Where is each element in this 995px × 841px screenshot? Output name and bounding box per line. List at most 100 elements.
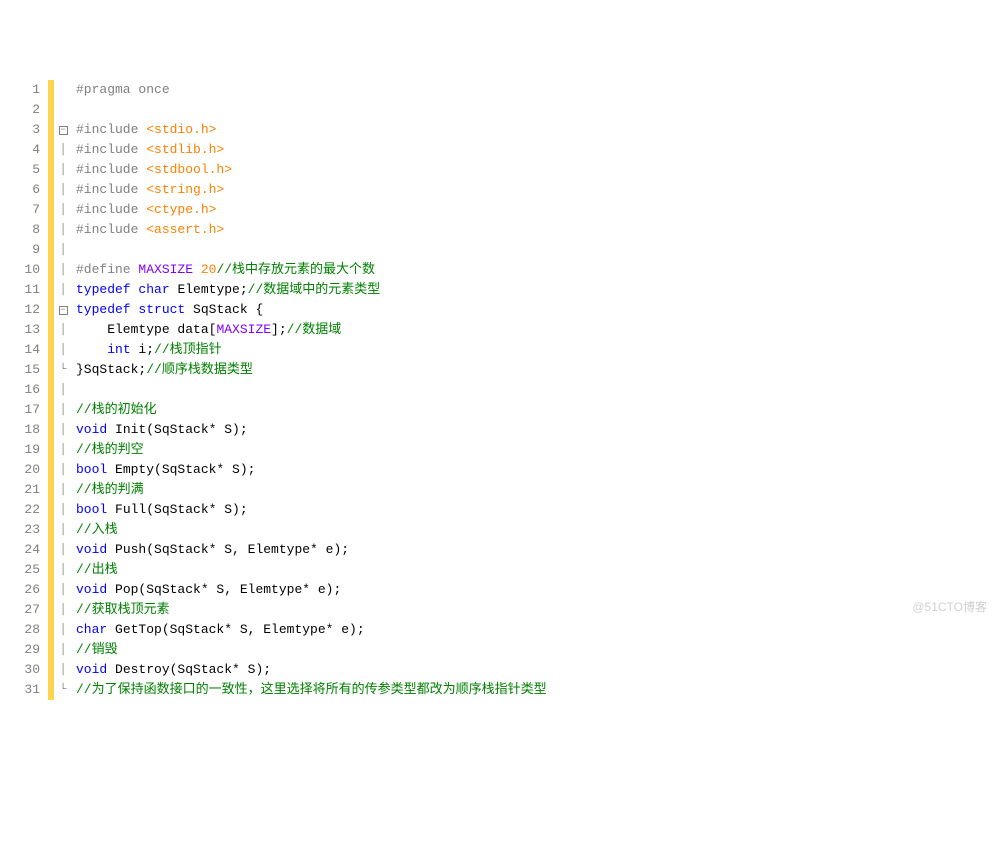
code-token: i; xyxy=(131,342,154,357)
code-token: //顺序栈数据类型 xyxy=(146,362,253,377)
code-line[interactable]: char GetTop(SqStack* S, Elemtype* e); xyxy=(76,620,547,640)
line-number: 9 xyxy=(0,240,40,260)
code-line[interactable]: bool Full(SqStack* S); xyxy=(76,500,547,520)
code-line[interactable]: typedef char Elemtype;//数据域中的元素类型 xyxy=(76,280,547,300)
fold-indicator: │ xyxy=(54,440,72,460)
fold-indicator: │ xyxy=(54,340,72,360)
code-editor[interactable]: 1234567891011121314151617181920212223242… xyxy=(0,80,995,701)
code-line[interactable]: //栈的判满 xyxy=(76,480,547,500)
fold-indicator xyxy=(54,100,72,120)
code-line[interactable]: //栈的判空 xyxy=(76,440,547,460)
code-line[interactable]: //入栈 xyxy=(76,520,547,540)
code-token: #include xyxy=(76,202,146,217)
fold-indicator: │ xyxy=(54,140,72,160)
line-number: 4 xyxy=(0,140,40,160)
code-token: //栈的判空 xyxy=(76,442,144,457)
fold-collapse-icon[interactable]: − xyxy=(59,306,68,315)
code-line[interactable]: Elemtype data[MAXSIZE];//数据域 xyxy=(76,320,547,340)
fold-indicator: │ xyxy=(54,580,72,600)
fold-indicator: │ xyxy=(54,380,72,400)
code-line[interactable]: #include <string.h> xyxy=(76,180,547,200)
line-number: 6 xyxy=(0,180,40,200)
code-token: typedef xyxy=(76,302,131,317)
code-token: #include xyxy=(76,142,146,157)
code-area[interactable]: #pragma once#include <stdio.h>#include <… xyxy=(72,80,547,701)
line-number: 20 xyxy=(0,460,40,480)
fold-indicator: │ xyxy=(54,320,72,340)
line-number: 14 xyxy=(0,340,40,360)
line-number: 24 xyxy=(0,540,40,560)
code-line[interactable]: #define MAXSIZE 20//栈中存放元素的最大个数 xyxy=(76,260,547,280)
code-line[interactable]: bool Empty(SqStack* S); xyxy=(76,460,547,480)
fold-collapse-icon[interactable]: − xyxy=(59,126,68,135)
code-line[interactable]: void Destroy(SqStack* S); xyxy=(76,660,547,680)
fold-indicator: │ xyxy=(54,260,72,280)
code-token: //栈顶指针 xyxy=(154,342,222,357)
code-token: //入栈 xyxy=(76,522,118,537)
code-line[interactable]: }SqStack;//顺序栈数据类型 xyxy=(76,360,547,380)
code-token: Full(SqStack* S); xyxy=(107,502,247,517)
line-number: 26 xyxy=(0,580,40,600)
code-line[interactable]: #include <ctype.h> xyxy=(76,200,547,220)
code-token: Init(SqStack* S); xyxy=(107,422,247,437)
code-token: bool xyxy=(76,462,107,477)
code-line[interactable] xyxy=(76,100,547,120)
code-line[interactable]: //获取栈顶元素 xyxy=(76,600,547,620)
code-token: <ctype.h> xyxy=(146,202,216,217)
code-line[interactable] xyxy=(76,240,547,260)
code-line[interactable]: typedef struct SqStack { xyxy=(76,300,547,320)
line-number: 16 xyxy=(0,380,40,400)
code-line[interactable]: #include <stdlib.h> xyxy=(76,140,547,160)
code-token: Destroy(SqStack* S); xyxy=(107,662,271,677)
code-token: #include xyxy=(76,182,146,197)
code-token: #include xyxy=(76,222,146,237)
line-number: 12 xyxy=(0,300,40,320)
code-line[interactable]: //栈的初始化 xyxy=(76,400,547,420)
fold-indicator[interactable]: − xyxy=(54,300,72,320)
code-line[interactable]: void Pop(SqStack* S, Elemtype* e); xyxy=(76,580,547,600)
fold-indicator: │ xyxy=(54,200,72,220)
code-token: //栈的判满 xyxy=(76,482,144,497)
line-number: 15 xyxy=(0,360,40,380)
code-token: char xyxy=(76,622,107,637)
code-token: int xyxy=(107,342,130,357)
code-token: void xyxy=(76,422,107,437)
line-number: 5 xyxy=(0,160,40,180)
code-token: }SqStack; xyxy=(76,362,146,377)
code-line[interactable]: //销毁 xyxy=(76,640,547,660)
code-token: <assert.h> xyxy=(146,222,224,237)
fold-indicator: │ xyxy=(54,280,72,300)
code-token: //获取栈顶元素 xyxy=(76,602,170,617)
code-token: <stdio.h> xyxy=(146,122,216,137)
code-line[interactable]: #pragma once xyxy=(76,80,547,100)
fold-indicator: │ xyxy=(54,240,72,260)
code-line[interactable]: //为了保持函数接口的一致性，这里选择将所有的传参类型都改为顺序栈指针类型 xyxy=(76,680,547,700)
fold-indicator[interactable]: − xyxy=(54,120,72,140)
code-token: #define xyxy=(76,262,138,277)
code-line[interactable]: void Push(SqStack* S, Elemtype* e); xyxy=(76,540,547,560)
code-token: Pop(SqStack* S, Elemtype* e); xyxy=(107,582,341,597)
code-token: void xyxy=(76,542,107,557)
fold-indicator: │ xyxy=(54,460,72,480)
line-number: 25 xyxy=(0,560,40,580)
line-number: 11 xyxy=(0,280,40,300)
line-number: 28 xyxy=(0,620,40,640)
code-token: //数据域 xyxy=(287,322,342,337)
watermark: @51CTO博客 xyxy=(912,597,987,617)
code-line[interactable]: #include <assert.h> xyxy=(76,220,547,240)
fold-column[interactable]: −││││││││−││└│││││││││││││││└ xyxy=(54,80,72,701)
code-token: Empty(SqStack* S); xyxy=(107,462,255,477)
code-line[interactable]: //出栈 xyxy=(76,560,547,580)
line-number: 13 xyxy=(0,320,40,340)
code-token: //出栈 xyxy=(76,562,118,577)
line-number: 19 xyxy=(0,440,40,460)
code-line[interactable] xyxy=(76,380,547,400)
fold-indicator: │ xyxy=(54,600,72,620)
code-line[interactable]: int i;//栈顶指针 xyxy=(76,340,547,360)
line-number: 8 xyxy=(0,220,40,240)
fold-indicator: │ xyxy=(54,180,72,200)
code-line[interactable]: #include <stdbool.h> xyxy=(76,160,547,180)
code-line[interactable]: void Init(SqStack* S); xyxy=(76,420,547,440)
fold-indicator xyxy=(54,80,72,100)
code-line[interactable]: #include <stdio.h> xyxy=(76,120,547,140)
